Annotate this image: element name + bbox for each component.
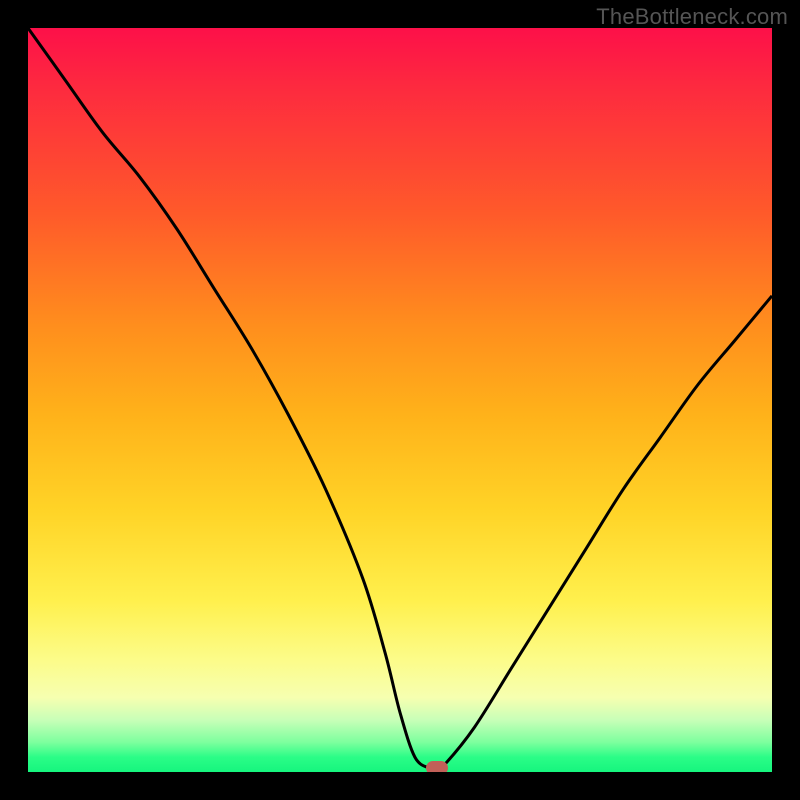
- curve-line: [28, 28, 772, 769]
- optimal-point-marker: [426, 761, 448, 772]
- watermark-text: TheBottleneck.com: [596, 4, 788, 30]
- plot-area: [28, 28, 772, 772]
- chart-frame: TheBottleneck.com: [0, 0, 800, 800]
- bottleneck-curve: [28, 28, 772, 772]
